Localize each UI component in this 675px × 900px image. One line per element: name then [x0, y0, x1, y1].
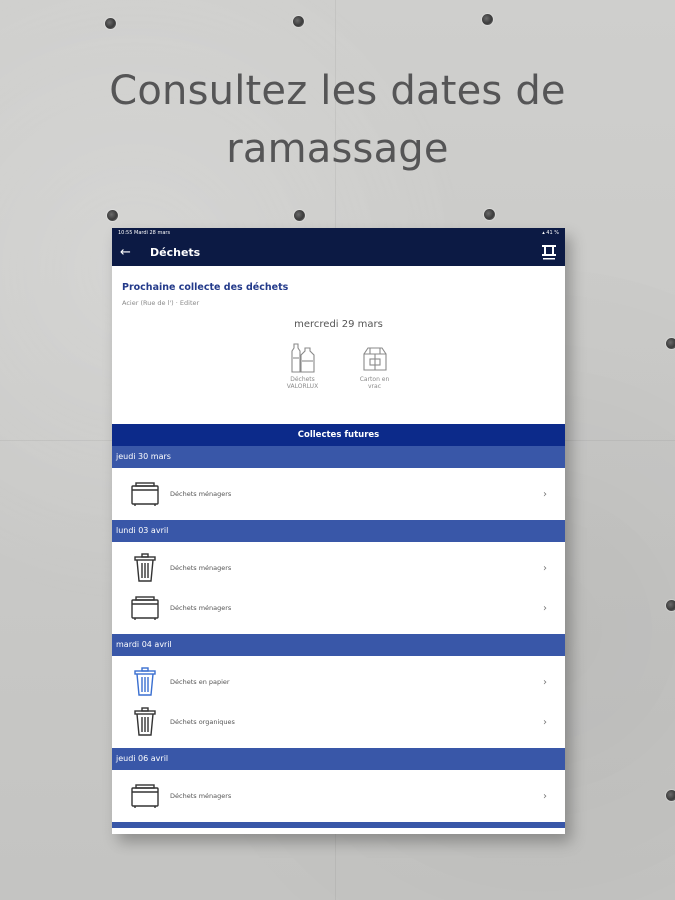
- next-item-carton[interactable]: Carton en vrac: [353, 342, 397, 390]
- collection-label: Déchets en papier: [170, 678, 230, 686]
- collection-label: Déchets ménagers: [170, 604, 232, 612]
- arrow-left-icon[interactable]: ←: [120, 245, 142, 260]
- wall-hole: [666, 790, 675, 801]
- cardboard-box-icon: [362, 347, 387, 371]
- app-logo-icon: [542, 245, 556, 260]
- chevron-right-icon: ›: [543, 790, 547, 802]
- day-collection-list: Déchets ménagers › Déchets ménagers ›: [112, 542, 565, 634]
- wall-hole: [484, 209, 495, 220]
- next-item-label: Déchets VALORLUX: [286, 376, 319, 390]
- status-bar: 10:55 Mardi 28 mars ▴ 41 %: [112, 228, 565, 238]
- next-collection-date: mercredi 29 mars: [294, 319, 383, 330]
- app-bar: ← Déchets: [112, 238, 565, 266]
- chevron-right-icon: ›: [543, 488, 547, 500]
- day-collection-list: Déchets ménagers ›: [112, 468, 565, 520]
- collection-row[interactable]: Déchets ménagers ›: [112, 548, 565, 588]
- promo-headline: Consultez les dates de ramassage: [0, 62, 675, 178]
- next-collection-items: Déchets VALORLUX Carton en vrac: [122, 342, 555, 390]
- day-header: jeudi 06 avril: [112, 748, 565, 770]
- collection-label: Déchets ménagers: [170, 564, 232, 572]
- collection-label: Déchets ménagers: [170, 792, 232, 800]
- day-header: jeudi 30 mars: [112, 446, 565, 468]
- wall-hole: [294, 210, 305, 221]
- wall-hole: [105, 18, 116, 29]
- paper-bin-icon: [130, 667, 160, 697]
- headline-line-2: ramassage: [226, 126, 449, 172]
- collection-label: Déchets ménagers: [170, 490, 232, 498]
- next-item-valorlux[interactable]: Déchets VALORLUX: [281, 342, 325, 390]
- tablet-screen: 10:55 Mardi 28 mars ▴ 41 % ← Déchets Pro…: [112, 228, 565, 834]
- status-time: 10:55 Mardi 28 mars: [118, 230, 171, 236]
- bottles-icon: [290, 343, 315, 373]
- collection-row[interactable]: Déchets ménagers ›: [112, 474, 565, 514]
- day-collection-list: Déchets ménagers ›: [112, 770, 565, 822]
- trash-can-icon: [130, 553, 160, 583]
- future-collections-header: Collectes futures: [112, 424, 565, 446]
- status-battery: ▴ 41 %: [542, 230, 559, 236]
- bin-icon: [130, 593, 160, 623]
- wall-hole: [666, 338, 675, 349]
- bin-icon: [130, 479, 160, 509]
- list-bottom-strip: [112, 822, 565, 828]
- collection-row[interactable]: Déchets ménagers ›: [112, 776, 565, 816]
- collection-row[interactable]: Déchets en papier ›: [112, 662, 565, 702]
- wall-hole: [666, 600, 675, 611]
- trash-can-icon: [130, 707, 160, 737]
- next-collection-card: Prochaine collecte des déchets Acier (Ru…: [112, 266, 565, 424]
- day-collection-list: Déchets en papier › Déchets organiques ›: [112, 656, 565, 748]
- bin-icon: [130, 781, 160, 811]
- wall-hole: [482, 14, 493, 25]
- collection-label: Déchets organiques: [170, 718, 235, 726]
- chevron-right-icon: ›: [543, 676, 547, 688]
- app-bar-title: Déchets: [150, 245, 201, 259]
- next-item-label: Carton en vrac: [359, 376, 390, 390]
- wall-hole: [107, 210, 118, 221]
- next-collection-title: Prochaine collecte des déchets: [122, 282, 289, 293]
- day-header: mardi 04 avril: [112, 634, 565, 656]
- chevron-right-icon: ›: [543, 716, 547, 728]
- chevron-right-icon: ›: [543, 562, 547, 574]
- headline-line-1: Consultez les dates de: [109, 68, 566, 114]
- day-header: lundi 03 avril: [112, 520, 565, 542]
- wall-hole: [293, 16, 304, 27]
- address-link[interactable]: Acier (Rue de l') · Editer: [122, 299, 555, 307]
- chevron-right-icon: ›: [543, 602, 547, 614]
- collection-row[interactable]: Déchets organiques ›: [112, 702, 565, 742]
- collection-row[interactable]: Déchets ménagers ›: [112, 588, 565, 628]
